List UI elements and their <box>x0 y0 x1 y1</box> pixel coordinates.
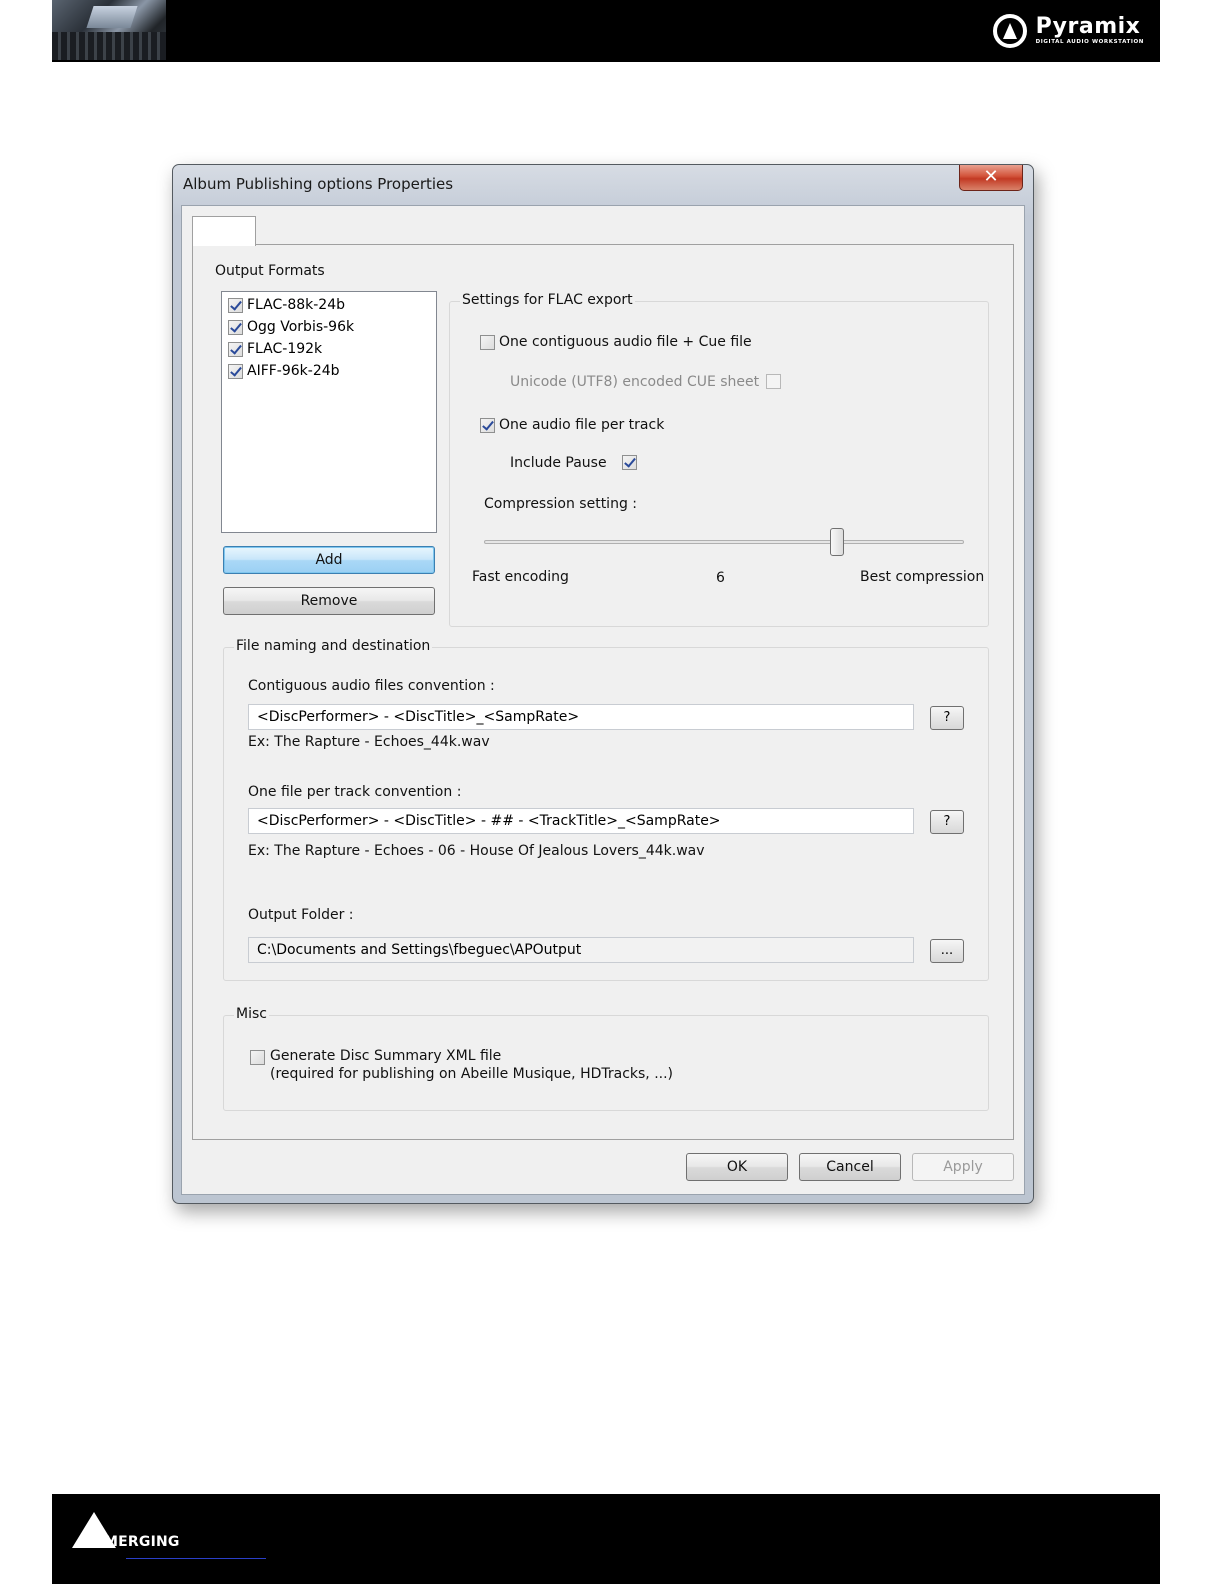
flac-settings-group: Settings for FLAC export One contiguous … <box>449 292 989 627</box>
brand-tagline: DIGITAL AUDIO WORKSTATION <box>1035 39 1144 45</box>
xml-summary-checkbox[interactable] <box>250 1050 265 1065</box>
format-checkbox[interactable] <box>228 319 243 335</box>
xml-summary-label: Generate Disc Summary XML file <box>270 1048 502 1064</box>
file-naming-group: File naming and destination Contiguous a… <box>223 638 989 981</box>
browse-folder-button[interactable]: ... <box>930 939 964 963</box>
pyramix-logo-icon <box>992 14 1027 48</box>
ok-button[interactable]: OK <box>686 1153 788 1181</box>
contiguous-option[interactable]: One contiguous audio file + Cue file <box>480 334 752 350</box>
compression-slider-track[interactable] <box>484 540 964 544</box>
list-item[interactable]: FLAC-88k-24b <box>228 294 345 316</box>
contiguous-example: Ex: The Rapture - Echoes_44k.wav <box>248 734 490 750</box>
tab-general[interactable] <box>192 216 256 246</box>
list-item[interactable]: Ogg Vorbis-96k <box>228 316 354 338</box>
per-track-checkbox[interactable] <box>480 417 495 433</box>
output-folder-label: Output Folder : <box>248 907 354 923</box>
footer-link-underline[interactable] <box>126 1558 266 1559</box>
dialog-client-area: Output Formats FLAC-88k-24b Ogg Vorbis-9… <box>181 205 1025 1195</box>
pyramix-logo: Pyramix DIGITAL AUDIO WORKSTATION <box>992 12 1144 50</box>
contiguous-convention-input[interactable]: <DiscPerformer> - <DiscTitle>_<SampRate> <box>248 704 914 730</box>
cancel-button[interactable]: Cancel <box>799 1153 901 1181</box>
format-label: FLAC-88k-24b <box>247 297 346 313</box>
per-track-help-button[interactable]: ? <box>930 810 964 834</box>
misc-title: Misc <box>234 1006 269 1022</box>
apply-button[interactable]: Apply <box>912 1153 1014 1181</box>
list-item[interactable]: AIFF-96k-24b <box>228 360 340 382</box>
format-checkbox[interactable] <box>228 297 243 313</box>
format-label: AIFF-96k-24b <box>247 363 340 379</box>
list-item[interactable]: FLAC-192k <box>228 338 322 360</box>
add-button[interactable]: Add <box>223 546 435 574</box>
remove-button[interactable]: Remove <box>223 587 435 615</box>
best-compression-label: Best compression <box>860 569 985 585</box>
per-track-example: Ex: The Rapture - Echoes - 06 - House Of… <box>248 843 705 859</box>
footer-brand: MERGING <box>104 1534 180 1550</box>
output-formats-list[interactable]: FLAC-88k-24b Ogg Vorbis-96k FLAC-192k AI… <box>221 291 437 533</box>
contiguous-convention-label: Contiguous audio files convention : <box>248 678 495 694</box>
unicode-cue-checkbox[interactable] <box>766 374 781 389</box>
contiguous-checkbox[interactable] <box>480 334 495 350</box>
per-track-convention-label: One file per track convention : <box>248 784 462 800</box>
fast-encoding-label: Fast encoding <box>472 569 569 585</box>
compression-value: 6 <box>716 570 725 586</box>
compression-label: Compression setting : <box>484 496 637 512</box>
per-track-convention-input[interactable]: <DiscPerformer> - <DiscTitle> - ## - <Tr… <box>248 808 914 834</box>
compression-slider-thumb[interactable] <box>829 528 844 556</box>
include-pause-label: Include Pause <box>510 455 607 471</box>
page-header: Pyramix DIGITAL AUDIO WORKSTATION <box>52 0 1160 62</box>
misc-group: Misc Generate Disc Summary XML file (req… <box>223 1006 989 1111</box>
xml-summary-note: (required for publishing on Abeille Musi… <box>270 1066 674 1082</box>
close-button[interactable]: ✕ <box>959 165 1023 191</box>
contiguous-help-button[interactable]: ? <box>930 706 964 730</box>
format-checkbox[interactable] <box>228 363 243 379</box>
tab-panel: Output Formats FLAC-88k-24b Ogg Vorbis-9… <box>192 244 1014 1140</box>
output-formats-label: Output Formats <box>215 263 325 279</box>
contiguous-label: One contiguous audio file + Cue file <box>499 334 752 350</box>
header-photo <box>52 0 166 60</box>
include-pause-checkbox[interactable] <box>622 455 637 470</box>
dialog-title: Album Publishing options Properties <box>183 175 454 193</box>
brand-name: Pyramix <box>1035 14 1141 39</box>
per-track-label: One audio file per track <box>499 417 665 433</box>
dialog-window: Album Publishing options Properties ✕ Ou… <box>172 164 1034 1204</box>
format-label: FLAC-192k <box>247 341 323 357</box>
format-label: Ogg Vorbis-96k <box>247 319 355 335</box>
per-track-option[interactable]: One audio file per track <box>480 417 664 433</box>
xml-summary-option[interactable]: Generate Disc Summary XML file (required… <box>270 1047 673 1083</box>
page-footer: MERGING <box>52 1494 1160 1584</box>
output-folder-input[interactable]: C:\Documents and Settings\fbeguec\APOutp… <box>248 937 914 963</box>
file-naming-title: File naming and destination <box>234 638 433 654</box>
unicode-cue-label: Unicode (UTF8) encoded CUE sheet <box>510 374 760 390</box>
flac-settings-title: Settings for FLAC export <box>460 292 635 308</box>
format-checkbox[interactable] <box>228 341 243 357</box>
